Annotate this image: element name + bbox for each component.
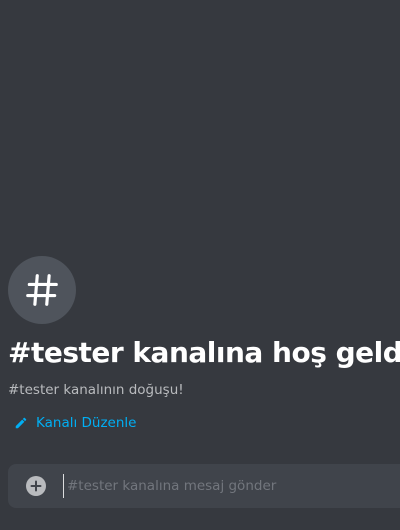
channel-welcome-title: #tester kanalına hoş geldin! [8,336,400,369]
pencil-icon [14,416,28,430]
message-composer [8,464,400,508]
chat-area: #tester kanalına hoş geldin! #tester kan… [0,0,400,530]
message-input[interactable] [63,474,397,498]
hashtag-icon [26,274,58,306]
channel-welcome-subtitle: #tester kanalının doğuşu! [8,382,184,398]
edit-channel-label: Kanalı Düzenle [36,415,137,431]
edit-channel-link[interactable]: Kanalı Düzenle [14,414,136,432]
plus-circle-icon[interactable] [26,476,46,496]
channel-icon-badge [8,256,76,324]
